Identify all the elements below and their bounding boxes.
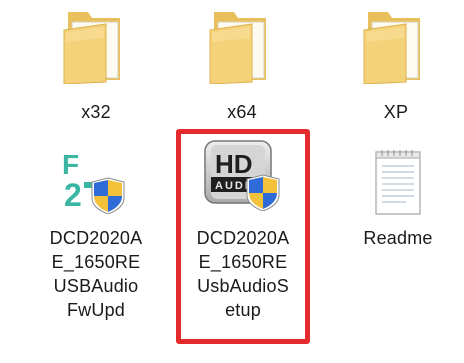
text-document-icon [375, 150, 421, 215]
fw-logo-text: F [62, 149, 81, 180]
file-label: DCD2020A E_1650RE USBAudio FwUpd [49, 228, 143, 320]
folder-icon [209, 12, 266, 84]
fw2-installer-icon: F 2 [62, 149, 125, 214]
folder-icon [63, 12, 120, 84]
fw-logo-number: 2 [64, 177, 82, 213]
folder-item-x32[interactable]: x32 [44, 0, 148, 128]
folder-item-x64[interactable]: x64 [190, 0, 294, 128]
file-label: Readme [363, 228, 433, 248]
folder-label: x64 [227, 102, 257, 122]
folder-icon [363, 12, 420, 84]
folder-item-xp[interactable]: XP [344, 0, 448, 128]
uac-shield-icon [91, 177, 125, 214]
folder-label: XP [383, 102, 409, 122]
selection-highlight-box [176, 129, 310, 344]
file-item-usbaudio-fwupd[interactable]: F 2 DCD2020A E_1650RE USBAudio FwUpd [30, 138, 162, 354]
folder-label: x32 [81, 102, 111, 122]
file-item-readme[interactable]: Readme [346, 138, 450, 258]
